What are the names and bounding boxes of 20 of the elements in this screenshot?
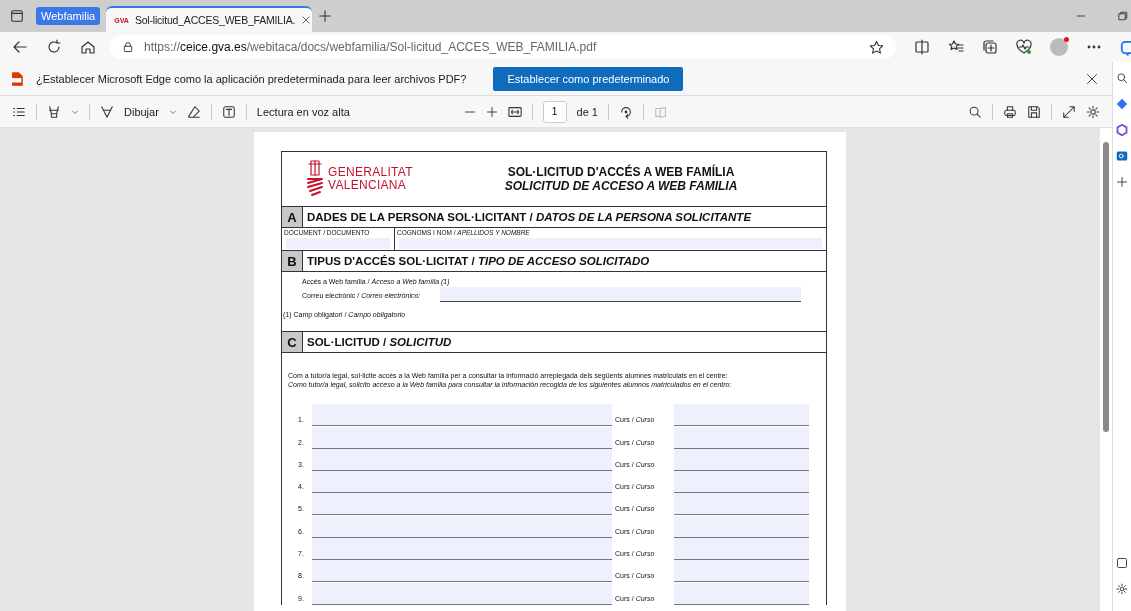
section-letter: C [282, 332, 303, 352]
set-default-button[interactable]: Establecer como predeterminado [493, 66, 684, 91]
notification-message: ¿Establecer Microsoft Edge como la aplicación predeterminada para leer archivos PDF? [36, 72, 467, 85]
page-number-field[interactable]: 1 [542, 100, 567, 123]
page-total: de 1 [576, 105, 598, 118]
section-letter: A [282, 207, 303, 227]
draw-button[interactable]: Dibujar [124, 105, 159, 118]
logo-text: GENERALITAT [328, 166, 413, 179]
form-subtitle: SOLICITUD DE ACCESO A WEB FAMILIA [503, 179, 739, 193]
section-heading: SOL·LICITUD / SOLICITUD [306, 335, 452, 350]
address-bar[interactable]: https://ceice.gva.es/webitaca/docs/webfamilia/Sol-licitud_ACCES_WEB_FAMILIA.pdf [110, 35, 896, 59]
url-text: https://ceice.gva.es/webitaca/docs/webfamilia/Sol-licitud_ACCES_WEB_FAMILIA.pdf [144, 40, 598, 54]
form-title: SOL·LICITUD D'ACCÉS A WEB FAMÍLIA [506, 165, 736, 179]
section-heading: TIPUS D'ACCÉS SOL·LICITAT / TIPO DE ACCESO SOLICITADO [306, 254, 650, 269]
tab-title: Sol-licitud_ACCES_WEB_FAMILIA. [134, 14, 296, 26]
read-aloud-button[interactable]: Lectura en voz alta [256, 105, 350, 118]
logo-text: VALENCIANA [328, 179, 408, 192]
section-heading: DADES DE LA PERSONA SOL·LICITANT / DATOS DE LA PERSONA SOLICITANTE [306, 210, 752, 225]
tab-group-label[interactable]: Webfamilia [36, 7, 101, 25]
section-letter: B [282, 251, 303, 271]
